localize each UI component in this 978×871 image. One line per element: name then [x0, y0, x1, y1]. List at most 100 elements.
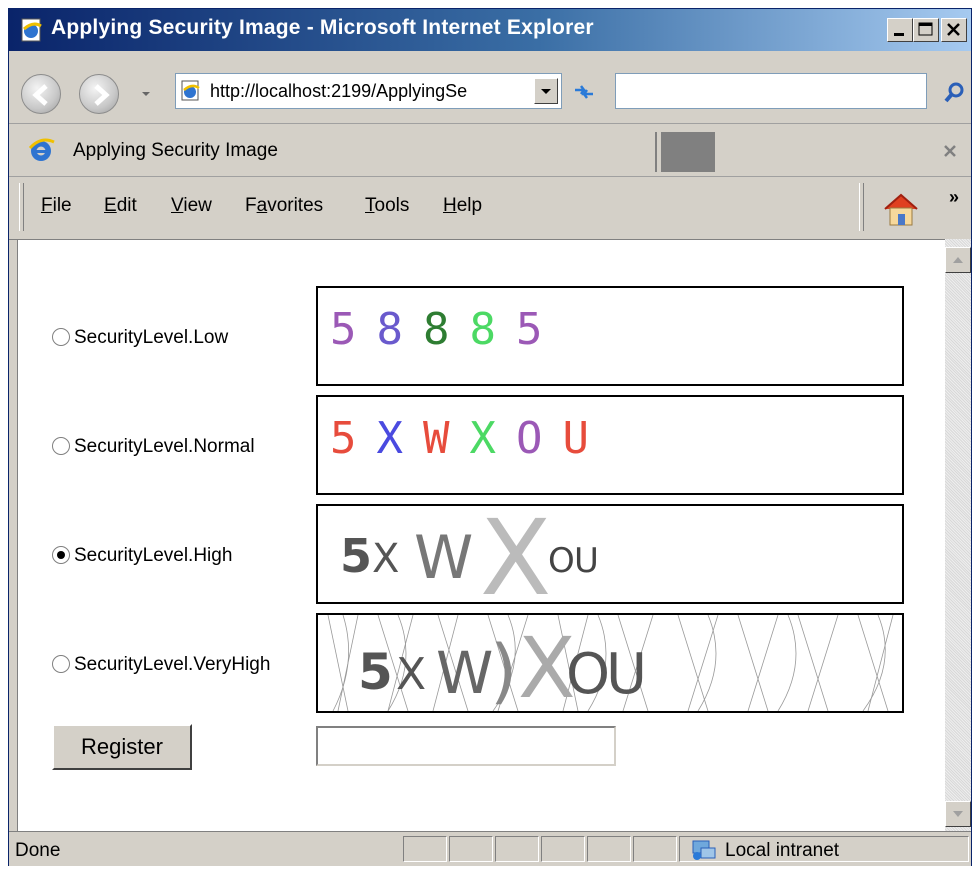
- radio-security-low[interactable]: [52, 328, 70, 346]
- scroll-down-button[interactable]: [945, 801, 971, 827]
- captcha-char: X: [376, 413, 404, 464]
- chevron-down-icon: [541, 89, 551, 94]
- radio-label-low: SecurityLevel.Low: [74, 327, 229, 348]
- radio-label-high: SecurityLevel.High: [74, 545, 233, 566]
- status-bar: Done Local intranet: [9, 831, 971, 866]
- menu-edit-key: E: [104, 195, 117, 216]
- refresh-icon[interactable]: [571, 81, 597, 103]
- status-pane: [587, 836, 631, 862]
- captcha-veryhigh-graphic: 5 X W ) X O U: [327, 615, 894, 711]
- close-icon: [947, 23, 960, 36]
- vertical-scrollbar[interactable]: [945, 239, 971, 831]
- scroll-up-button[interactable]: [945, 247, 971, 273]
- captcha-image-normal: 5XWXOU: [316, 395, 904, 495]
- tab-bar: Applying Security Image: [9, 124, 971, 177]
- title-bar[interactable]: Applying Security Image - Microsoft Inte…: [9, 9, 971, 51]
- menu-help[interactable]: Help: [443, 195, 482, 217]
- menu-help-rest: elp: [456, 195, 483, 216]
- menu-help-key: H: [443, 195, 457, 216]
- menu-favorites-pre: F: [245, 195, 257, 216]
- recent-pages-dropdown-icon[interactable]: [139, 87, 153, 101]
- captcha-image-high: 5 X W X O U: [316, 504, 904, 604]
- menu-favorites-rest: vorites: [267, 195, 324, 216]
- minimize-icon: [894, 33, 904, 36]
- menu-favorites[interactable]: Favorites: [245, 195, 323, 217]
- status-pane: [449, 836, 493, 862]
- address-input[interactable]: http://localhost:2199/ApplyingSe: [175, 73, 562, 109]
- captcha-code-input[interactable]: [316, 726, 616, 766]
- status-text: Done: [15, 840, 61, 861]
- captcha-normal-chars: 5XWXOU: [330, 413, 609, 464]
- address-dropdown-button[interactable]: [534, 78, 558, 104]
- page-content: SecurityLevel.Low 58885 SecurityLevel.No…: [17, 239, 945, 831]
- zone-text: Local intranet: [725, 840, 840, 861]
- forward-arrow-icon: [94, 84, 110, 106]
- menu-view-rest: iew: [183, 195, 212, 216]
- local-intranet-icon: [692, 840, 716, 860]
- back-button[interactable]: [21, 74, 61, 114]
- home-icon[interactable]: [879, 187, 923, 231]
- close-button[interactable]: [941, 18, 967, 42]
- back-arrow-icon: [32, 84, 48, 106]
- captcha-char: 8: [376, 304, 404, 355]
- menu-edit-rest: dit: [116, 195, 137, 216]
- svg-text:W: W: [414, 523, 473, 593]
- status-pane: [403, 836, 447, 862]
- captcha-char: 5: [516, 304, 543, 355]
- svg-text:X: X: [396, 649, 426, 700]
- radio-security-normal[interactable]: [52, 437, 70, 455]
- radio-security-veryhigh[interactable]: [52, 655, 70, 673]
- menu-file[interactable]: File: [41, 195, 72, 217]
- ie-page-icon: [21, 18, 42, 42]
- minimize-button[interactable]: [887, 18, 913, 42]
- captcha-char: U: [562, 413, 590, 464]
- svg-text:U: U: [606, 642, 647, 707]
- svg-text:O: O: [548, 541, 575, 581]
- menu-edit[interactable]: Edit: [104, 195, 137, 217]
- new-tab-button[interactable]: [661, 132, 715, 172]
- menu-favorites-key: a: [256, 195, 268, 216]
- toolbar-grip[interactable]: [19, 183, 24, 231]
- search-icon[interactable]: [943, 81, 967, 105]
- register-button[interactable]: Register: [52, 724, 192, 770]
- window-title: Applying Security Image - Microsoft Inte…: [51, 16, 594, 39]
- captcha-char: O: [516, 413, 543, 464]
- menu-bar: File Edit View Favorites Tools Help »: [9, 177, 971, 240]
- forward-button[interactable]: [79, 74, 119, 114]
- search-input[interactable]: [615, 73, 927, 109]
- address-toolbar: http://localhost:2199/ApplyingSe: [9, 51, 971, 124]
- captcha-char: 8: [423, 304, 450, 355]
- toolbar-grip[interactable]: [859, 183, 864, 231]
- menu-tools-rest: ools: [374, 195, 410, 216]
- captcha-image-low: 58885: [316, 286, 904, 386]
- menu-file-rest: ile: [52, 195, 72, 216]
- maximize-button[interactable]: [913, 18, 939, 42]
- svg-text:O: O: [566, 642, 610, 707]
- menu-file-key: F: [41, 195, 53, 216]
- captcha-char: 5: [330, 304, 357, 355]
- svg-text:W: W: [436, 639, 493, 707]
- captcha-high-graphic: 5 X W X O U: [340, 506, 599, 602]
- captcha-char: 5: [330, 413, 357, 464]
- browser-window: Applying Security Image - Microsoft Inte…: [8, 8, 972, 866]
- captcha-image-veryhigh: 5 X W ) X O U: [316, 613, 904, 713]
- svg-text:5: 5: [358, 643, 393, 701]
- svg-text:): ): [490, 630, 517, 711]
- captcha-low-chars: 58885: [330, 304, 563, 355]
- ie-logo-icon: [28, 138, 55, 161]
- close-tab-icon[interactable]: [941, 142, 959, 160]
- menu-view[interactable]: View: [171, 195, 212, 217]
- svg-text:5: 5: [340, 529, 372, 583]
- svg-text:X: X: [372, 536, 399, 582]
- more-commands-chevron[interactable]: »: [949, 187, 959, 208]
- svg-text:U: U: [574, 541, 599, 581]
- menu-tools[interactable]: Tools: [365, 195, 409, 217]
- status-pane: [541, 836, 585, 862]
- status-pane: [633, 836, 677, 862]
- captcha-char: W: [423, 413, 450, 464]
- tab-title[interactable]: Applying Security Image: [73, 140, 278, 162]
- chevron-up-icon: [953, 257, 963, 263]
- chevron-down-icon: [953, 811, 963, 817]
- radio-security-high[interactable]: [52, 546, 70, 564]
- captcha-char: X: [469, 413, 497, 464]
